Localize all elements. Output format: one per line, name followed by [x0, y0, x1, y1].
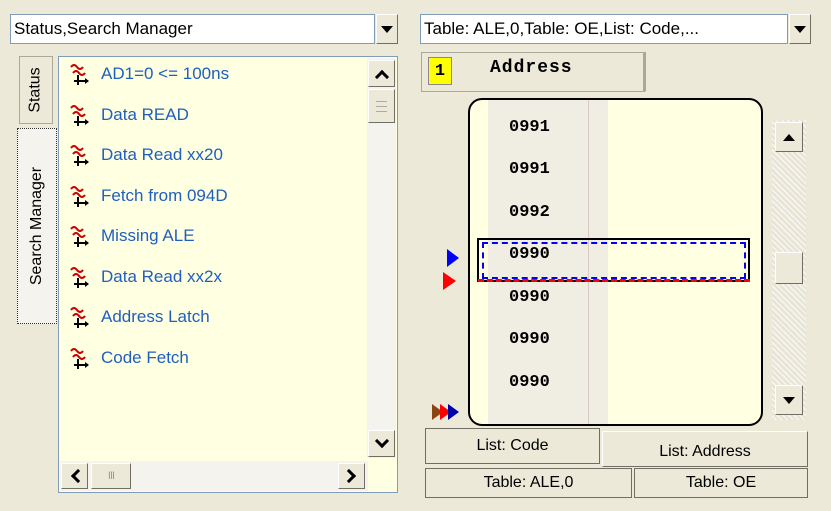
- chevron-right-icon: [341, 468, 356, 484]
- column-header-title: Address: [490, 58, 573, 78]
- address-row[interactable]: 0990: [487, 362, 585, 402]
- search-list-item[interactable]: Missing ALE: [69, 221, 195, 251]
- tab-list-address-label: List: Address: [659, 443, 751, 460]
- address-row[interactable]: 0990: [487, 320, 585, 360]
- search-list-item-label: Code Fetch: [101, 347, 189, 367]
- address-scroll-thumb[interactable]: [775, 252, 803, 284]
- search-list-item[interactable]: Code Fetch: [69, 343, 189, 373]
- triangle-down-icon: [783, 396, 795, 404]
- tab-list-code[interactable]: List: Code: [425, 428, 600, 464]
- tab-status-label: Status: [27, 67, 45, 113]
- search-trigger-icon: [70, 266, 89, 288]
- cursor-blue-marker-icon[interactable]: [447, 249, 459, 267]
- chevron-left-icon: [70, 468, 85, 484]
- address-scroll-up-button[interactable]: [775, 122, 803, 152]
- triangle-up-icon: [783, 133, 795, 141]
- grip-icon: [376, 100, 387, 112]
- hscroll-thumb[interactable]: III: [91, 463, 131, 489]
- chevron-down-icon: [374, 433, 389, 448]
- search-list-item-label: Data Read xx20: [101, 145, 223, 164]
- search-trigger-icon: [70, 104, 89, 126]
- tab-list-address[interactable]: List: Address: [602, 431, 808, 467]
- search-list-item[interactable]: Data Read xx2x: [69, 262, 222, 292]
- scroll-thumb[interactable]: [368, 89, 395, 123]
- chevron-down-icon: [794, 25, 806, 33]
- more-markers-icon[interactable]: [432, 402, 472, 422]
- search-list-item[interactable]: AD1=0 <= 100ns: [69, 59, 229, 89]
- tab-list-code-label: List: Code: [476, 437, 549, 454]
- search-trigger-icon: [70, 347, 89, 369]
- search-list[interactable]: AD1=0 <= 100ns Data READ Data Read xx20 Fet…: [58, 56, 398, 493]
- tab-table-ale[interactable]: Table: ALE,0: [425, 468, 632, 498]
- search-list-item[interactable]: Fetch from 094D: [69, 181, 228, 211]
- chevron-up-icon: [374, 69, 389, 84]
- search-list-item[interactable]: Data READ: [69, 100, 189, 130]
- search-list-item-label: Data READ: [101, 104, 189, 124]
- view-select-right[interactable]: Table: ALE,0,Table: OE,List: Code,...: [420, 14, 788, 44]
- search-list-item-label: Missing ALE: [101, 226, 195, 245]
- search-list-item-label: Address Latch: [101, 307, 210, 326]
- search-trigger-icon: [70, 64, 89, 85]
- address-row[interactable]: 0992: [487, 192, 585, 232]
- chevron-down-icon: [381, 25, 393, 33]
- column-index-label: 1: [434, 61, 446, 81]
- view-select-left-dropdown-button[interactable]: [376, 14, 398, 44]
- cursor-red-line: [478, 279, 750, 282]
- scroll-up-button[interactable]: [368, 60, 395, 87]
- tab-search-manager-label: Search Manager: [28, 166, 46, 286]
- grip-label: III: [107, 470, 115, 482]
- search-trigger-icon: [70, 185, 89, 207]
- search-trigger-icon: [70, 145, 89, 166]
- scroll-right-button[interactable]: [338, 463, 365, 489]
- tab-table-ale-label: Table: ALE,0: [483, 474, 574, 491]
- column-index-badge: 1: [428, 57, 452, 85]
- view-select-right-value: Table: ALE,0,Table: OE,List: Code,...: [424, 19, 699, 38]
- cursor-red-marker-icon[interactable]: [443, 272, 456, 290]
- address-scroll-down-button[interactable]: [775, 385, 803, 415]
- scroll-down-button[interactable]: [368, 430, 395, 457]
- address-row[interactable]: 0991: [487, 107, 585, 147]
- view-select-left-value: Status,Search Manager: [14, 19, 193, 38]
- tab-status[interactable]: Status: [19, 56, 53, 124]
- view-select-left[interactable]: Status,Search Manager: [10, 14, 375, 44]
- search-list-item-label: Fetch from 094D: [101, 185, 228, 205]
- cursor-blue-box: [482, 242, 746, 279]
- tab-table-oe[interactable]: Table: OE: [634, 468, 808, 498]
- address-row[interactable]: 0991: [487, 150, 585, 190]
- view-select-right-dropdown-button[interactable]: [789, 14, 811, 44]
- tab-table-oe-label: Table: OE: [685, 474, 757, 491]
- search-list-item[interactable]: Address Latch: [69, 302, 210, 332]
- tab-search-manager[interactable]: Search Manager: [17, 128, 57, 324]
- search-trigger-icon: [70, 307, 89, 328]
- search-trigger-icon: [70, 226, 89, 247]
- search-list-item[interactable]: Data Read xx20: [69, 140, 223, 170]
- address-row[interactable]: 0990: [487, 277, 585, 317]
- scroll-left-button[interactable]: [61, 463, 88, 489]
- search-list-item-label: Data Read xx2x: [101, 266, 222, 286]
- search-list-item-label: AD1=0 <= 100ns: [101, 64, 230, 83]
